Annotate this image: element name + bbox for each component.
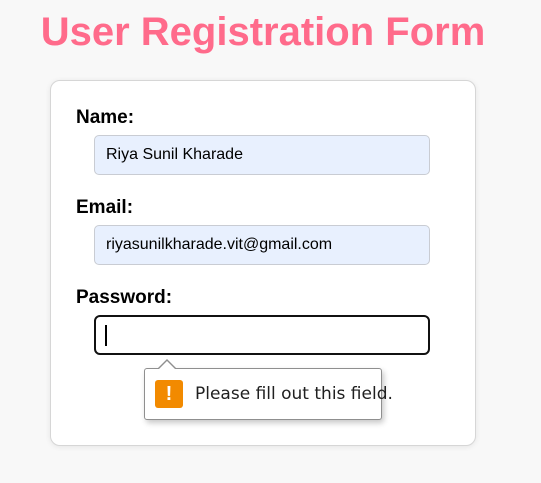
email-field[interactable]: riyasunilkharade.vit@gmail.com bbox=[94, 225, 430, 265]
validation-tooltip: ! Please fill out this field. bbox=[144, 359, 393, 420]
tooltip-arrow-fill bbox=[158, 361, 176, 370]
name-field[interactable]: Riya Sunil Kharade bbox=[94, 135, 430, 175]
name-label: Name: bbox=[76, 107, 135, 128]
password-label: Password: bbox=[76, 287, 173, 308]
page: User Registration Form Name: Riya Sunil … bbox=[0, 0, 541, 483]
email-label: Email: bbox=[76, 197, 134, 218]
password-field[interactable] bbox=[94, 315, 430, 355]
warning-icon: ! bbox=[155, 380, 183, 408]
text-caret bbox=[105, 324, 107, 346]
email-field-value: riyasunilkharade.vit@gmail.com bbox=[106, 236, 333, 253]
validation-message: Please fill out this field. bbox=[195, 384, 393, 404]
name-field-value: Riya Sunil Kharade bbox=[106, 146, 243, 163]
page-title: User Registration Form bbox=[40, 10, 486, 54]
